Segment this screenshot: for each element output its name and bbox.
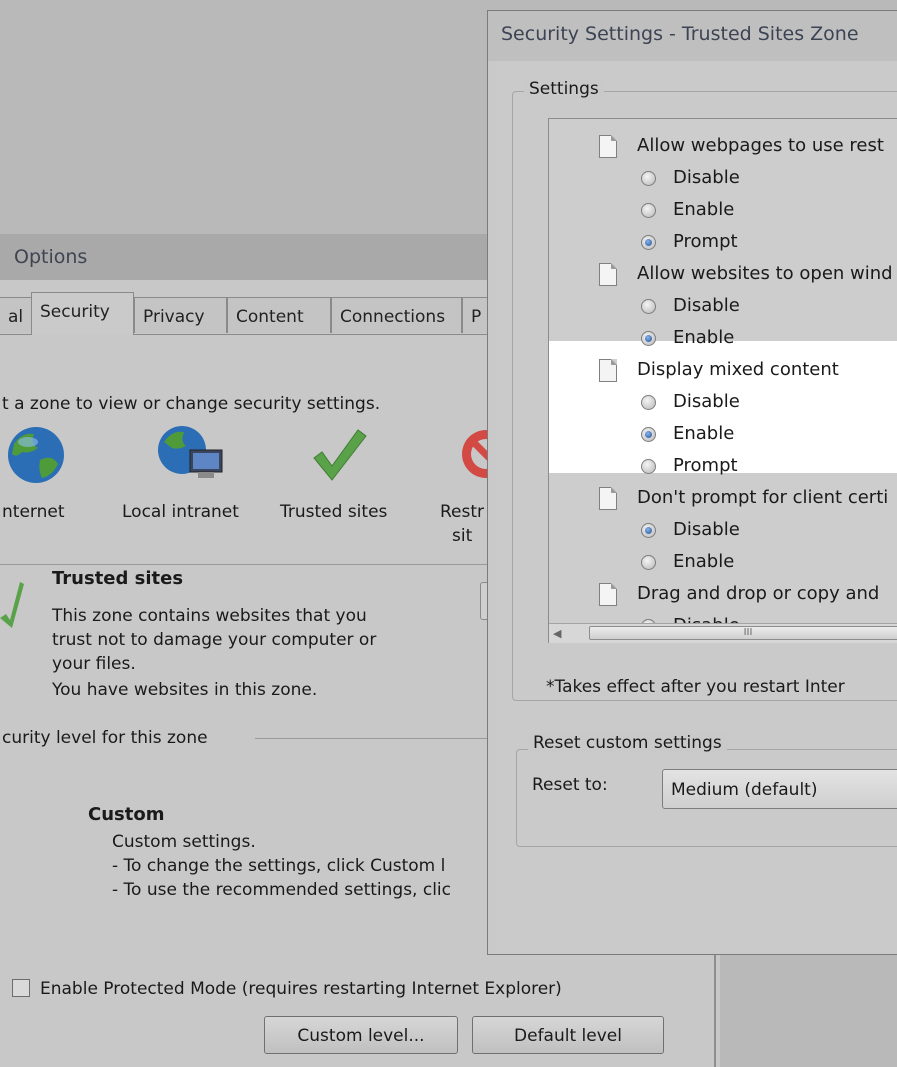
radio-button[interactable] (641, 555, 656, 570)
security-level-label: curity level for this zone (2, 728, 208, 748)
custom-description-line: - To use the recommended settings, clic (112, 880, 451, 900)
trusted-sites-check-icon[interactable] (310, 424, 370, 486)
setting-title: Don't prompt for client certi (637, 487, 889, 508)
custom-description-line: - To change the settings, click Custom l (112, 856, 446, 876)
internet-globe-icon[interactable] (0, 424, 74, 486)
setting-item: Allow websites to open wind (549, 257, 897, 289)
zone-description-line: This zone contains websites that you (52, 606, 367, 626)
zone-description-line: trust not to damage your computer or (52, 630, 377, 650)
radio-button[interactable] (641, 459, 656, 474)
zone-label-internet[interactable]: nternet (2, 502, 65, 522)
radio-button[interactable] (641, 171, 656, 186)
setting-option[interactable]: Disable (549, 161, 897, 193)
setting-item: Drag and drop or copy and (549, 577, 897, 609)
setting-item: Don't prompt for client certi (549, 481, 897, 513)
horizontal-scrollbar[interactable]: ◀ III (549, 623, 897, 643)
tab-privacy[interactable]: Privacy (134, 297, 227, 333)
setting-option[interactable]: Prompt (549, 225, 897, 257)
default-level-button[interactable]: Default level (472, 1016, 664, 1054)
tab-connections[interactable]: Connections (331, 297, 462, 333)
zone-label-restricted-line2[interactable]: sit (452, 526, 472, 546)
radio-button[interactable] (641, 395, 656, 410)
option-label[interactable]: Disable (673, 391, 740, 412)
setting-option[interactable]: Disable (549, 385, 897, 417)
radio-button-selected[interactable] (641, 427, 656, 442)
option-label[interactable]: Disable (673, 167, 740, 188)
zone-description-line: your files. (52, 654, 136, 674)
protected-mode-label[interactable]: Enable Protected Mode (requires restarti… (40, 979, 562, 999)
zone-label-trusted-sites[interactable]: Trusted sites (280, 502, 387, 522)
option-label[interactable]: Enable (673, 199, 734, 220)
security-settings-dialog: Security Settings - Trusted Sites Zone S… (487, 10, 897, 955)
settings-tree-list[interactable]: Allow webpages to use rest Disable Enabl… (548, 118, 897, 643)
document-icon (599, 135, 617, 158)
setting-option[interactable]: Disable (549, 289, 897, 321)
setting-item: Display mixed content (549, 353, 897, 385)
setting-title: Display mixed content (637, 359, 839, 380)
radio-button[interactable] (641, 203, 656, 218)
setting-item: Allow webpages to use rest (549, 129, 897, 161)
tab-content[interactable]: Content (227, 297, 331, 333)
option-label[interactable]: Disable (673, 519, 740, 540)
security-settings-titlebar[interactable]: Security Settings - Trusted Sites Zone (488, 11, 897, 61)
settings-legend: Settings (524, 79, 604, 99)
document-icon (599, 487, 617, 510)
scrollbar-thumb[interactable]: III (589, 626, 897, 640)
document-icon (599, 583, 617, 606)
setting-option[interactable]: Prompt (549, 449, 897, 481)
setting-title: Drag and drop or copy and (637, 583, 880, 604)
option-label[interactable]: Prompt (673, 231, 738, 252)
zone-label-local-intranet[interactable]: Local intranet (122, 502, 239, 522)
option-label[interactable]: Prompt (673, 455, 738, 476)
setting-title: Allow websites to open wind (637, 263, 893, 284)
reset-to-label: Reset to: (532, 775, 608, 795)
zone-divider (0, 564, 490, 565)
setting-option[interactable]: Enable (549, 193, 897, 225)
zone-label-restricted[interactable]: Restr (440, 502, 484, 522)
restart-note: *Takes effect after you restart Inter (546, 677, 845, 697)
option-label[interactable]: Enable (673, 423, 734, 444)
window-title: Options (14, 246, 88, 268)
custom-level-title: Custom (88, 804, 165, 825)
setting-option[interactable]: Enable (549, 321, 897, 353)
radio-button[interactable] (641, 299, 656, 314)
document-icon (599, 359, 617, 382)
scroll-left-arrow-icon[interactable]: ◀ (553, 627, 561, 640)
setting-title: Allow webpages to use rest (637, 135, 884, 156)
setting-option[interactable]: Enable (549, 545, 897, 577)
tab-general[interactable]: al (0, 297, 33, 333)
setting-option[interactable]: Enable (549, 417, 897, 449)
tab-security[interactable]: Security (31, 292, 134, 335)
zone-title: Trusted sites (52, 568, 184, 589)
custom-description-line: Custom settings. (112, 832, 256, 852)
reset-legend: Reset custom settings (528, 733, 727, 753)
document-icon (599, 263, 617, 286)
trusted-check-small-icon (0, 582, 24, 628)
dialog-title: Security Settings - Trusted Sites Zone (501, 23, 859, 45)
restricted-sites-icon[interactable] (452, 424, 492, 486)
radio-button-selected[interactable] (641, 235, 656, 250)
option-label[interactable]: Enable (673, 327, 734, 348)
custom-level-button[interactable]: Custom level... (264, 1016, 458, 1054)
zone-description-line: You have websites in this zone. (52, 680, 318, 700)
radio-button-selected[interactable] (641, 523, 656, 538)
scroll-grip: III (743, 627, 753, 638)
radio-button-selected[interactable] (641, 331, 656, 346)
local-intranet-icon[interactable] (152, 424, 232, 486)
option-label[interactable]: Disable (673, 295, 740, 316)
setting-option[interactable]: Disable (549, 513, 897, 545)
protected-mode-checkbox[interactable] (12, 979, 30, 997)
zone-prompt: t a zone to view or change security sett… (2, 394, 381, 414)
reset-to-dropdown[interactable]: Medium (default) (662, 769, 897, 809)
security-level-divider (255, 738, 490, 739)
option-label[interactable]: Enable (673, 551, 734, 572)
